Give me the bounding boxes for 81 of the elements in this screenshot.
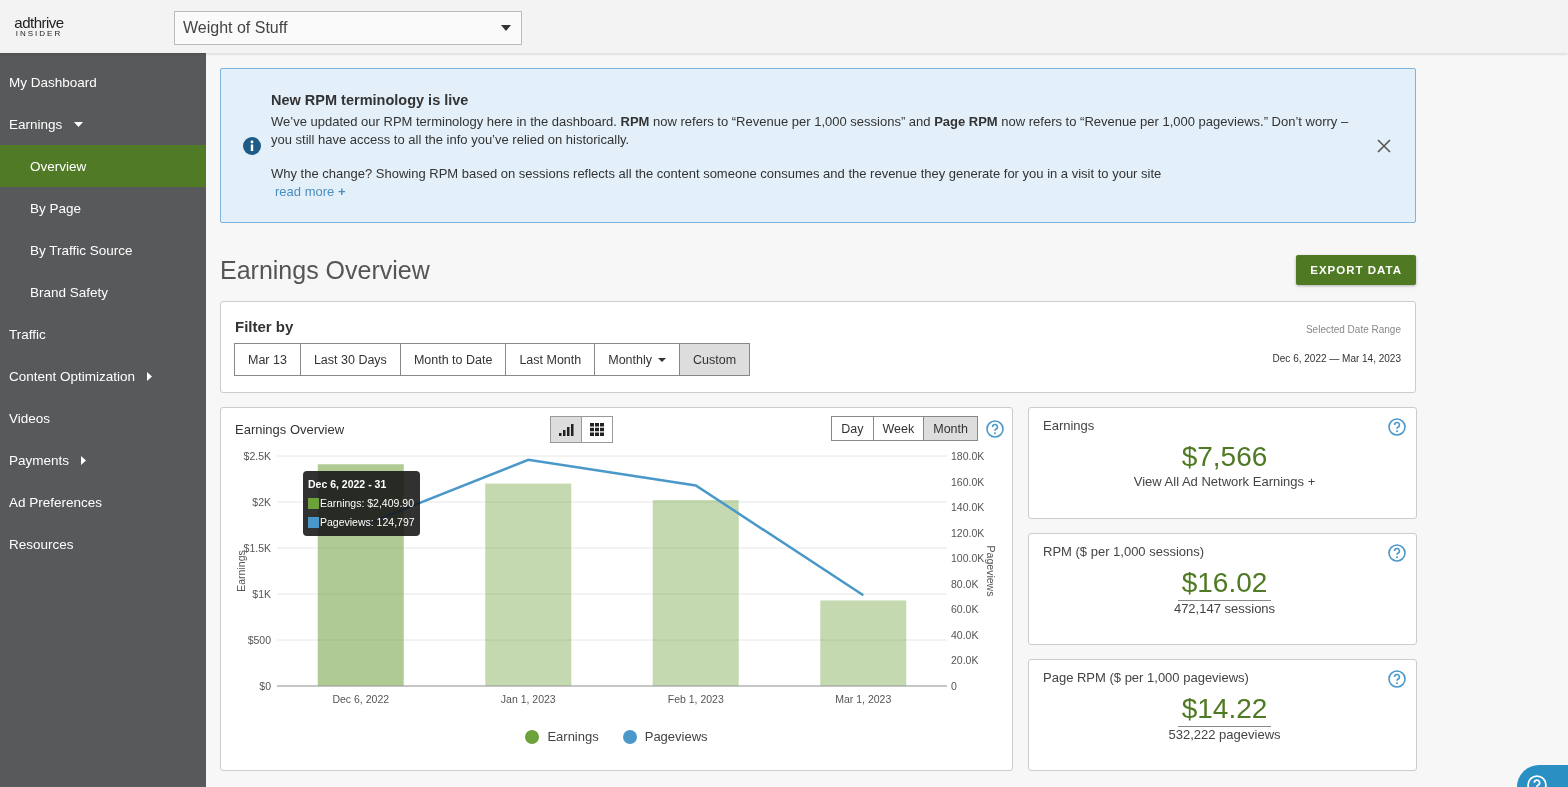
tooltip-title: Dec 6, 2022 - 31 bbox=[308, 477, 388, 492]
stat-value: $16.02 bbox=[1177, 566, 1272, 601]
tooltip-line: Pageviews: 124,797 bbox=[320, 515, 415, 530]
help-icon[interactable] bbox=[1388, 418, 1406, 436]
site-select[interactable]: Weight of Stuff bbox=[174, 10, 522, 45]
caret-icon bbox=[81, 455, 87, 465]
filter-button[interactable]: Custom bbox=[679, 343, 751, 376]
caret-icon bbox=[658, 357, 666, 362]
axis-label: 120.0K bbox=[951, 526, 985, 539]
axis-label: $2.5K bbox=[243, 450, 271, 462]
axis-label: $1K bbox=[252, 588, 271, 600]
axis-label: 140.0K bbox=[951, 501, 985, 514]
view-toggle[interactable] bbox=[550, 416, 582, 443]
axis-label: 80.0K bbox=[951, 577, 979, 590]
nav-item[interactable]: Traffic bbox=[0, 313, 206, 355]
help-icon[interactable] bbox=[1388, 544, 1406, 562]
filter-button[interactable]: Monthly bbox=[594, 343, 680, 376]
caret-icon bbox=[501, 24, 511, 31]
axis-label: 20.0K bbox=[951, 654, 979, 667]
stat-title: RPM ($ per 1,000 sessions) bbox=[1043, 544, 1205, 561]
notice-text: We’ve updated our RPM terminology here in the dashboard. RPM now refers to “Revenue per 1,000 sessions” and Page RPM now refers to “Revenue per 1,000 pageviews.” Don’t worry – you still have access to all the info you’ve relied on historically. bbox=[271, 112, 1350, 149]
period-button[interactable]: Month bbox=[923, 416, 978, 441]
nav-item[interactable]: By Page bbox=[0, 187, 206, 229]
legend-item[interactable]: Earnings bbox=[525, 729, 599, 744]
filter-button[interactable]: Month to Date bbox=[399, 343, 507, 376]
axis-label: $0 bbox=[259, 680, 271, 692]
page-title: Earnings Overview bbox=[220, 255, 430, 285]
axis-label: 160.0K bbox=[951, 475, 985, 488]
axis-label: $2K bbox=[252, 496, 271, 508]
caret-icon bbox=[74, 121, 84, 127]
grid-icon bbox=[590, 423, 604, 436]
axis-label: 60.0K bbox=[951, 603, 979, 616]
stat-detail: 532,222 pageviews bbox=[1168, 727, 1281, 742]
axis-label: Feb 1, 2023 bbox=[667, 693, 724, 705]
nav-item[interactable]: Payments bbox=[0, 439, 206, 481]
nav-item[interactable]: Earnings bbox=[0, 103, 206, 145]
stat-value: $7,566 bbox=[1181, 440, 1268, 474]
nav-item[interactable]: By Traffic Source bbox=[0, 229, 206, 271]
earnings-link[interactable]: View All Ad Network Earnings + bbox=[1133, 474, 1316, 489]
filter-title: Filter by bbox=[235, 318, 295, 335]
axis-label: Jan 1, 2023 bbox=[500, 693, 556, 705]
help-icon[interactable] bbox=[1388, 670, 1406, 688]
notice-title: New RPM terminology is live bbox=[271, 90, 470, 109]
tooltip-line: Earnings: $2,409.90 bbox=[320, 496, 414, 511]
nav-item[interactable]: My Dashboard bbox=[0, 61, 206, 103]
chart-title: Earnings Overview bbox=[235, 422, 346, 437]
close-icon[interactable] bbox=[1377, 138, 1391, 153]
nav-item[interactable]: Videos bbox=[0, 397, 206, 439]
caret-icon bbox=[147, 371, 153, 381]
axis-label: 0 bbox=[951, 680, 957, 692]
bar-chart-icon bbox=[558, 423, 574, 436]
notice-text: Why the change? Showing RPM based on sessions reflects all the content someone consumes and the revenue they generate for you in a visit to your site bbox=[271, 164, 1163, 183]
axis-label: $500 bbox=[247, 634, 271, 646]
period-button[interactable]: Day bbox=[831, 416, 874, 441]
axis-label: Mar 1, 2023 bbox=[835, 693, 892, 705]
nav-item[interactable]: Brand Safety bbox=[0, 271, 206, 313]
nav-item[interactable]: Ad Preferences bbox=[0, 481, 206, 523]
filter-button[interactable]: Last Month bbox=[505, 343, 596, 376]
view-toggle[interactable] bbox=[581, 416, 613, 443]
period-button[interactable]: Week bbox=[872, 416, 925, 441]
nav-item[interactable]: Overview bbox=[0, 145, 206, 187]
help-icon[interactable] bbox=[986, 419, 1004, 438]
stat-detail: 472,147 sessions bbox=[1173, 601, 1276, 616]
axis-title: Pageviews bbox=[985, 545, 997, 597]
axis-label: 180.0K bbox=[951, 450, 985, 462]
stat-title: Page RPM ($ per 1,000 pageviews) bbox=[1043, 670, 1249, 687]
date-range: Dec 6, 2022 — Mar 14, 2023 bbox=[1272, 353, 1401, 364]
nav-item[interactable]: Resources bbox=[0, 523, 206, 565]
filter-button[interactable]: Mar 13 bbox=[234, 343, 301, 376]
nav-item[interactable]: Content Optimization bbox=[0, 355, 206, 397]
axis-label: Dec 6, 2022 bbox=[332, 693, 390, 705]
export-button[interactable]: EXPORT DATA bbox=[1296, 255, 1416, 285]
logo[interactable]: adthrive INSIDER bbox=[6, 15, 72, 38]
filter-button[interactable]: Last 30 Days bbox=[299, 343, 401, 376]
stat-value: $14.22 bbox=[1177, 692, 1272, 727]
axis-label: 40.0K bbox=[951, 628, 979, 641]
range-label: Selected Date Range bbox=[1305, 324, 1401, 335]
legend-item[interactable]: Pageviews bbox=[622, 729, 708, 744]
info-icon bbox=[243, 136, 261, 155]
axis-label: 100.0K bbox=[951, 552, 985, 565]
stat-title: Earnings bbox=[1043, 418, 1095, 435]
